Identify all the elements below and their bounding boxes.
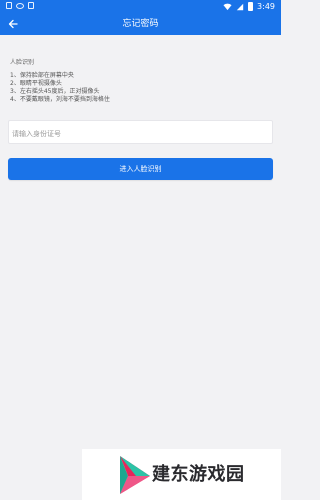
notification-icon: [6, 2, 12, 9]
status-bar-left: [6, 2, 34, 9]
back-arrow-icon: [8, 19, 18, 29]
id-number-input[interactable]: [9, 123, 272, 145]
instructions-list: 1、保持脸部在屏幕中央 2、眼睛平视摄像头 3、左右摇头45度后，正对摄像头 4…: [10, 72, 110, 104]
instruction-item: 2、眼睛平视摄像头: [10, 80, 62, 87]
watermark: 建东游戏园: [82, 449, 281, 500]
status-bar-right: 3:49: [223, 1, 275, 12]
signal-icon: [236, 3, 244, 10]
watermark-logo-icon: [120, 456, 150, 494]
wifi-icon: [223, 3, 232, 11]
battery-icon: [248, 2, 254, 11]
back-button[interactable]: [2, 13, 24, 35]
enter-face-recognition-button[interactable]: 进入人脸识别: [8, 158, 273, 180]
app-badge-icon: [28, 2, 34, 9]
instruction-item: 4、不要戴眼镜，刘海不要挡到海格住: [10, 96, 110, 103]
app-header: 忘记密码: [0, 13, 281, 35]
status-bar: 3:49: [0, 0, 281, 13]
voicemail-icon: [16, 2, 24, 9]
face-recognition-instructions: 人脸识别 1、保持脸部在屏幕中央 2、眼睛平视摄像头 3、左右摇头45度后，正对…: [10, 59, 110, 104]
app-screen: 3:49 忘记密码 人脸识别 1、保持脸部在屏幕中央 2、眼睛平视摄像头 3、左…: [0, 0, 281, 500]
instructions-title: 人脸识别: [10, 59, 35, 66]
id-number-field: [8, 120, 273, 145]
page-title: 忘记密码: [122, 19, 159, 29]
status-time: 3:49: [257, 2, 275, 11]
instruction-item: 3、左右摇头45度后，正对摄像头: [10, 88, 100, 95]
watermark-text: 建东游戏园: [152, 464, 245, 485]
instruction-item: 1、保持脸部在屏幕中央: [10, 72, 74, 79]
